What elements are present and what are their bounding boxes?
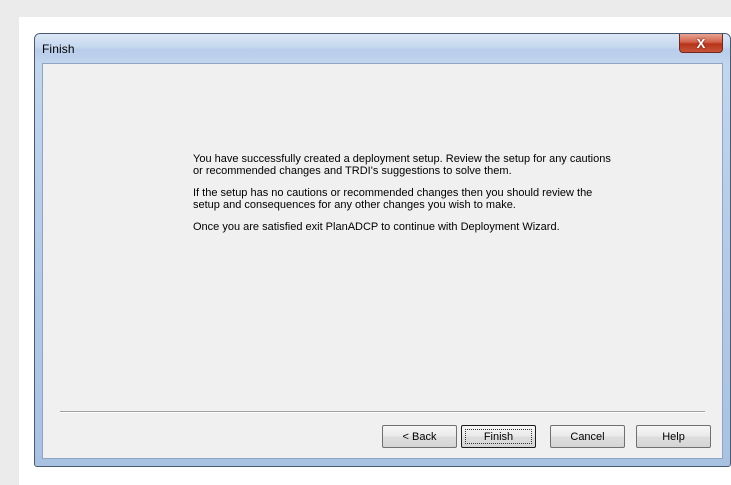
finish-button[interactable]: Finish: [461, 425, 536, 448]
message-paragraph-3: Once you are satisfied exit PlanADCP to …: [193, 221, 560, 233]
finish-dialog: Finish X You have successfully created a…: [34, 33, 731, 467]
cancel-button-label: Cancel: [570, 430, 605, 443]
focus-rectangle: [465, 429, 532, 444]
cancel-button[interactable]: Cancel: [550, 425, 625, 448]
message-paragraph-1: You have successfully created a deployme…: [193, 153, 611, 177]
help-button-label: Help: [662, 430, 685, 443]
close-icon: X: [696, 35, 706, 51]
button-divider: [60, 411, 705, 413]
back-button-label: < Back: [402, 430, 437, 443]
dialog-title: Finish: [42, 42, 75, 56]
title-bar[interactable]: Finish X: [35, 34, 730, 63]
help-button[interactable]: Help: [636, 425, 711, 448]
finish-message: You have successfully created a deployme…: [193, 153, 613, 245]
back-button[interactable]: < Back: [382, 425, 457, 448]
message-paragraph-2: If the setup has no cautions or recommen…: [193, 187, 593, 211]
dialog-body: You have successfully created a deployme…: [42, 63, 723, 459]
close-button[interactable]: X: [679, 34, 723, 53]
